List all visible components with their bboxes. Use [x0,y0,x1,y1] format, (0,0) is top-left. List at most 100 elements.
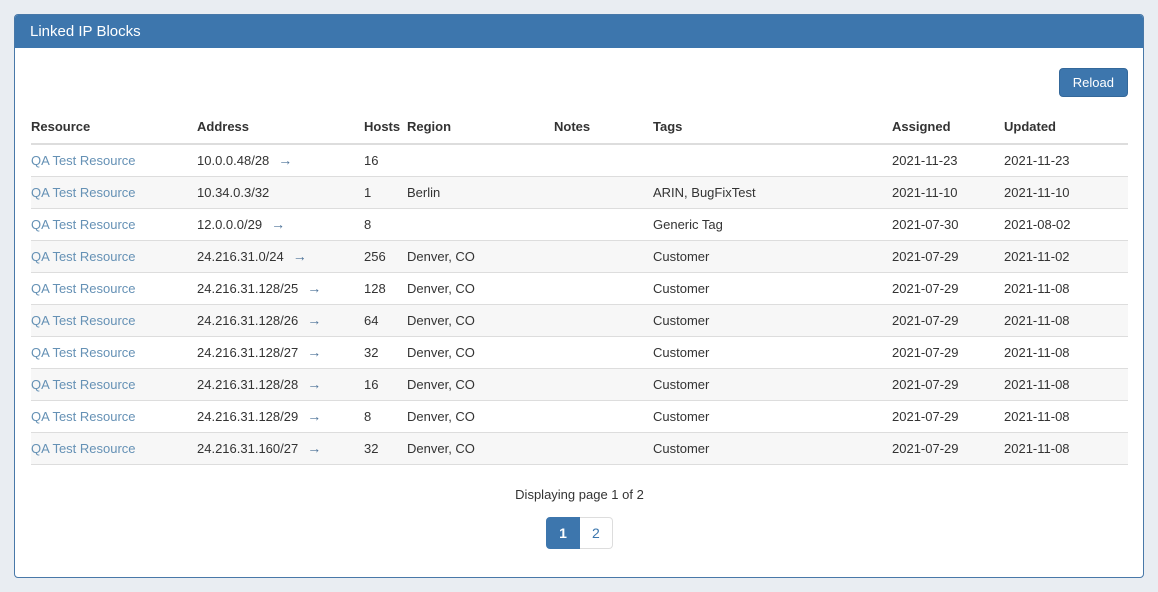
goto-arrow-icon[interactable]: → [271,216,285,232]
notes-cell [554,144,653,177]
column-header-address[interactable]: Address [197,111,364,144]
column-header-hosts[interactable]: Hosts [364,111,407,144]
resource-link[interactable]: QA Test Resource [31,345,136,360]
goto-arrow-icon[interactable]: → [307,312,321,328]
assigned-cell: 2021-07-30 [892,209,1004,241]
updated-cell: 2021-11-08 [1004,433,1128,465]
goto-arrow-icon[interactable]: → [307,344,321,360]
resource-cell: QA Test Resource [31,144,197,177]
address-cell: 12.0.0.0/29→ [197,209,364,241]
column-header-assigned[interactable]: Assigned [892,111,1004,144]
notes-cell [554,241,653,273]
address-text: 24.216.31.0/24 [197,249,284,264]
ip-blocks-table: ResourceAddressHostsRegionNotesTagsAssig… [31,111,1128,465]
resource-cell: QA Test Resource [31,241,197,273]
column-header-resource[interactable]: Resource [31,111,197,144]
address-text: 24.216.31.128/28 [197,377,298,392]
resource-link[interactable]: QA Test Resource [31,153,136,168]
table-body: QA Test Resource 10.0.0.48/28→ 16 2021-1… [31,144,1128,465]
resource-link[interactable]: QA Test Resource [31,409,136,424]
address-text: 24.216.31.128/25 [197,281,298,296]
resource-cell: QA Test Resource [31,401,197,433]
resource-cell: QA Test Resource [31,273,197,305]
address-cell: 10.0.0.48/28→ [197,144,364,177]
resource-link[interactable]: QA Test Resource [31,377,136,392]
address-text: 24.216.31.128/29 [197,409,298,424]
hosts-cell: 256 [364,241,407,273]
goto-arrow-icon[interactable]: → [307,280,321,296]
notes-cell [554,369,653,401]
hosts-cell: 8 [364,209,407,241]
table-row: QA Test Resource 10.0.0.48/28→ 16 2021-1… [31,144,1128,177]
tags-cell: Customer [653,433,892,465]
goto-arrow-icon[interactable]: → [307,440,321,456]
assigned-cell: 2021-07-29 [892,401,1004,433]
address-cell: 24.216.31.128/27 → [197,337,364,369]
resource-cell: QA Test Resource [31,305,197,337]
notes-cell [554,177,653,209]
resource-link[interactable]: QA Test Resource [31,185,136,200]
tags-cell: Customer [653,401,892,433]
updated-cell: 2021-11-08 [1004,401,1128,433]
column-header-notes[interactable]: Notes [554,111,653,144]
page-button-1[interactable]: 1 [546,517,580,549]
address-cell: 10.34.0.3/32 [197,177,364,209]
resource-cell: QA Test Resource [31,177,197,209]
table-row: QA Test Resource 24.216.31.0/24→ 256 Den… [31,241,1128,273]
table-row: QA Test Resource 24.216.31.128/26→ 64 De… [31,305,1128,337]
page-button-2[interactable]: 2 [580,517,613,549]
table-row: QA Test Resource 10.34.0.3/32 1 Berlin A… [31,177,1128,209]
region-cell: Denver, CO [407,433,554,465]
assigned-cell: 2021-07-29 [892,337,1004,369]
resource-link[interactable]: QA Test Resource [31,217,136,232]
resource-link[interactable]: QA Test Resource [31,313,136,328]
notes-cell [554,305,653,337]
goto-arrow-icon[interactable]: → [293,248,307,264]
goto-arrow-icon[interactable]: → [307,376,321,392]
address-cell: 24.216.31.128/26→ [197,305,364,337]
assigned-cell: 2021-07-29 [892,369,1004,401]
goto-arrow-icon[interactable]: → [278,152,292,168]
hosts-cell: 64 [364,305,407,337]
resource-link[interactable]: QA Test Resource [31,249,136,264]
column-header-updated[interactable]: Updated [1004,111,1128,144]
table-row: QA Test Resource 24.216.31.128/25→ 128 D… [31,273,1128,305]
notes-cell [554,209,653,241]
region-cell: Denver, CO [407,305,554,337]
table-header: ResourceAddressHostsRegionNotesTagsAssig… [31,111,1128,144]
table-row: QA Test Resource 24.216.31.128/29→ 8 Den… [31,401,1128,433]
column-header-region[interactable]: Region [407,111,554,144]
column-header-tags[interactable]: Tags [653,111,892,144]
region-cell: Berlin [407,177,554,209]
updated-cell: 2021-08-02 [1004,209,1128,241]
resource-cell: QA Test Resource [31,369,197,401]
updated-cell: 2021-11-10 [1004,177,1128,209]
updated-cell: 2021-11-08 [1004,337,1128,369]
page-summary: Displaying page 1 of 2 [31,487,1128,502]
hosts-cell: 32 [364,433,407,465]
panel-title: Linked IP Blocks [30,23,141,40]
region-cell [407,209,554,241]
address-cell: 24.216.31.128/29 → [197,401,364,433]
tags-cell: Customer [653,369,892,401]
hosts-cell: 16 [364,144,407,177]
tags-cell: ARIN, BugFixTest [653,177,892,209]
table-row: QA Test Resource 24.216.31.160/27→ 32 De… [31,433,1128,465]
address-cell: 24.216.31.128/28 → [197,369,364,401]
resource-link[interactable]: QA Test Resource [31,441,136,456]
goto-arrow-icon[interactable]: → [307,408,321,424]
notes-cell [554,337,653,369]
reload-button[interactable]: Reload [1059,68,1128,97]
hosts-cell: 1 [364,177,407,209]
updated-cell: 2021-11-23 [1004,144,1128,177]
table-row: QA Test Resource 24.216.31.128/27→ 32 De… [31,337,1128,369]
region-cell [407,144,554,177]
panel-header: Linked IP Blocks [15,15,1143,48]
tags-cell: Customer [653,241,892,273]
resource-link[interactable]: QA Test Resource [31,281,136,296]
hosts-cell: 8 [364,401,407,433]
updated-cell: 2021-11-08 [1004,305,1128,337]
resource-cell: QA Test Resource [31,209,197,241]
address-text: 24.216.31.128/27 [197,345,298,360]
updated-cell: 2021-11-02 [1004,241,1128,273]
